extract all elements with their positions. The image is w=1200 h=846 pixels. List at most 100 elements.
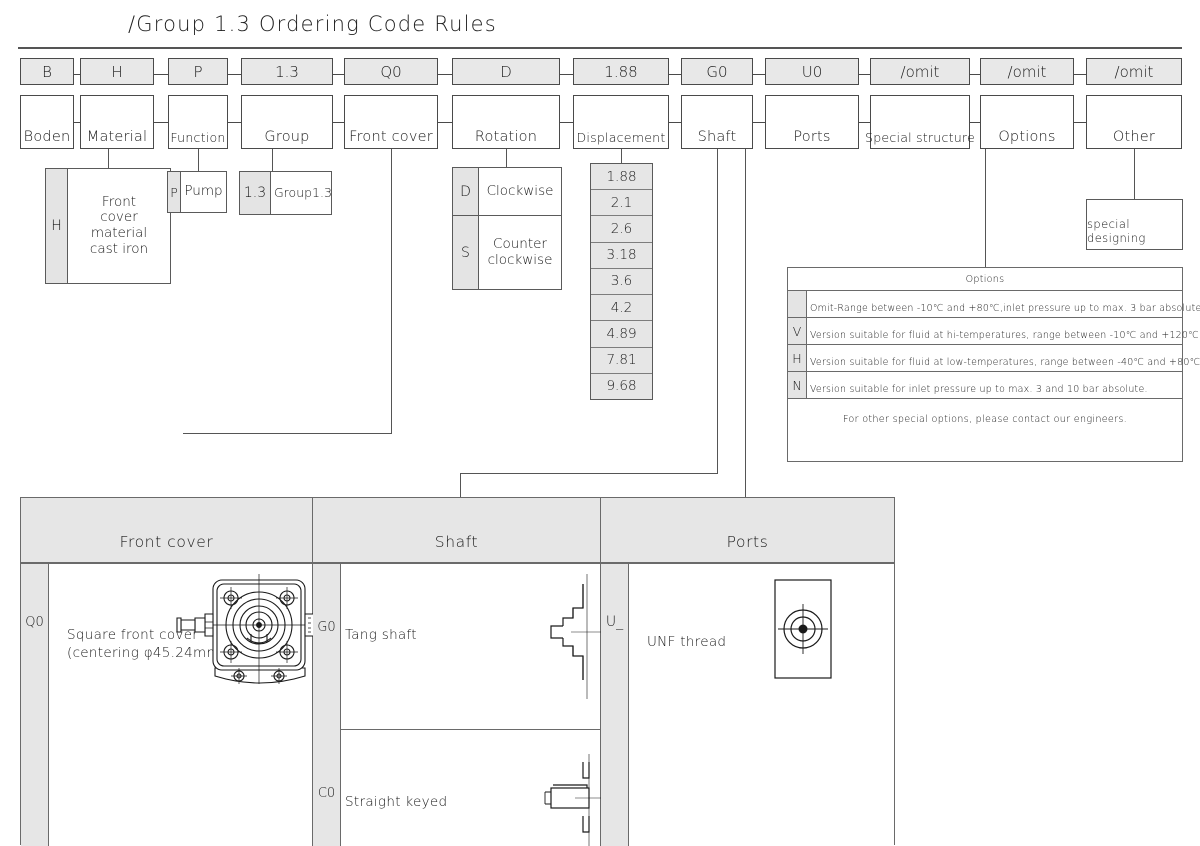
label-connector [438, 122, 452, 123]
code-chip-shaft[interactable]: G0 [681, 58, 753, 85]
code-chip-group[interactable]: 1.3 [241, 58, 333, 85]
options-footer-note: For other special options, please contac… [842, 414, 1128, 425]
table-row: H Version suitable for fluid at low-temp… [788, 345, 1200, 372]
detail-panel-header-row: Front cover Shaft Ports [21, 498, 894, 564]
code-chip-rotation[interactable]: D [452, 58, 560, 85]
table-row: V Version suitable for fluid at hi-tempe… [788, 318, 1200, 345]
detail-table-rotation: D Clockwise S Counter clockwise [452, 167, 562, 290]
label-box-ports: Ports [765, 95, 859, 149]
shaft-item-label-tang: Tang shaft [345, 627, 417, 643]
function-desc: Pump [184, 183, 223, 200]
chip-connector [560, 74, 573, 75]
front-cover-code-gutter: Q0 [21, 564, 49, 846]
connector-ports-v [745, 149, 746, 498]
options-code-v: V [788, 318, 807, 344]
detail-table-material: H Front cover material cast iron [45, 168, 171, 284]
shaft-code-c0: C0 [317, 786, 336, 801]
label-box-special-structure: Special structure [865, 95, 975, 149]
code-chip-ports[interactable]: U0 [765, 58, 859, 85]
shaft-body: Tang shaft Straight keyed [341, 564, 603, 846]
code-chip-options[interactable]: /omit [980, 58, 1074, 85]
detail-table-function: P Pump [167, 171, 227, 213]
front-cover-body: Square front cover (centering φ45.24mm) [49, 564, 315, 846]
label-box-shaft: Shaft [681, 95, 753, 149]
label-box-other: Other [1086, 95, 1182, 149]
list-item: 3.6 [591, 269, 652, 296]
table-row: H Front cover material cast iron [46, 169, 170, 283]
table-row: Omit-Range between -10℃ and +80℃,inlet p… [788, 291, 1200, 318]
chip-connector [154, 74, 168, 75]
table-row: P Pump [168, 172, 226, 212]
code-chip-boden[interactable]: B [20, 58, 74, 85]
detail-panel-columns: Q0 Square front cover (centering φ45.24m… [21, 564, 894, 846]
options-desc-omit: Omit-Range between -10℃ and +80℃,inlet p… [810, 303, 1200, 314]
square-front-cover-drawing [176, 574, 315, 684]
shaft-code-gutter: G0 C0 [313, 564, 341, 846]
connector-front-cover-v1 [391, 149, 392, 434]
list-item: 4.2 [591, 295, 652, 322]
material-desc: Front cover material cast iron [89, 193, 149, 257]
drop-stub-displacement [621, 149, 622, 163]
table-row: 1.3 Group1.3 [240, 172, 332, 214]
label-connector [970, 122, 980, 123]
label-box-displacement: Displacement [573, 95, 669, 149]
label-connector [753, 122, 765, 123]
drop-stub-options [985, 149, 986, 267]
diagram-canvas: /Group 1.3 Ordering Code Rules B H P 1.3… [0, 0, 1200, 846]
label-connector [154, 122, 168, 123]
options-desc-h: Version suitable for fluid at low-temper… [810, 357, 1200, 368]
shaft-item-label-straight: Straight keyed [345, 794, 448, 810]
connector-shaft-v1 [717, 149, 718, 474]
detail-table-group: 1.3 Group1.3 [239, 171, 332, 215]
options-desc-n: Version suitable for inlet pressure up t… [810, 384, 1148, 395]
function-code: P [168, 172, 181, 212]
options-code-h: H [788, 345, 807, 371]
connector-shaft-v2 [460, 473, 461, 497]
detail-column-ports: U_ UNF thread [601, 564, 894, 846]
chip-connector [669, 74, 681, 75]
options-code-omit [788, 291, 807, 317]
code-chip-other[interactable]: /omit [1086, 58, 1182, 85]
list-item: 3.18 [591, 243, 652, 269]
code-chip-material[interactable]: H [80, 58, 154, 85]
panel-header-ports: Ports [726, 533, 769, 551]
rotation-code-s: S [453, 216, 479, 289]
front-cover-code-q0: Q0 [25, 615, 44, 630]
material-code: H [46, 169, 68, 283]
label-connector [669, 122, 681, 123]
code-chip-displacement[interactable]: 1.88 [573, 58, 669, 85]
label-connector [1074, 122, 1086, 123]
label-box-rotation: Rotation [452, 95, 560, 149]
chip-connector [753, 74, 765, 75]
drop-stub-other [1134, 149, 1135, 199]
list-item: 2.1 [591, 190, 652, 217]
code-chip-front-cover[interactable]: Q0 [344, 58, 438, 85]
options-table: Options Omit-Range between -10℃ and +80℃… [787, 267, 1200, 462]
drop-stub-function [198, 149, 199, 171]
chip-connector [438, 74, 452, 75]
label-connector [74, 122, 80, 123]
connector-shaft-h [460, 473, 718, 474]
connector-front-cover-h [183, 433, 392, 434]
label-box-front-cover: Front cover [344, 95, 438, 149]
chip-connector [333, 74, 344, 75]
drop-stub-material [108, 149, 109, 168]
options-table-title: Options [788, 268, 1182, 291]
label-box-boden: Boden [20, 95, 74, 149]
detail-column-shaft: G0 C0 Tang shaft Straight keyed [313, 564, 603, 846]
shaft-code-g0: G0 [317, 620, 336, 635]
options-code-n: N [788, 372, 807, 398]
panel-header-front-cover: Front cover [21, 498, 313, 562]
drop-stub-rotation [506, 149, 507, 167]
code-chip-function[interactable]: P [168, 58, 228, 85]
displacement-list: 1.88 2.1 2.6 3.18 3.6 4.2 4.89 7.81 9.68 [590, 163, 653, 400]
rotation-desc-s: Counter clockwise [487, 235, 553, 268]
chip-connector [859, 74, 870, 75]
label-box-options: Options [980, 95, 1074, 149]
chip-connector [74, 74, 80, 75]
list-item: 7.81 [591, 348, 652, 374]
code-chip-special-structure[interactable]: /omit [870, 58, 970, 85]
detail-column-front-cover: Q0 Square front cover (centering φ45.24m… [21, 564, 315, 846]
list-item: 9.68 [606, 378, 637, 395]
chip-connector [970, 74, 980, 75]
